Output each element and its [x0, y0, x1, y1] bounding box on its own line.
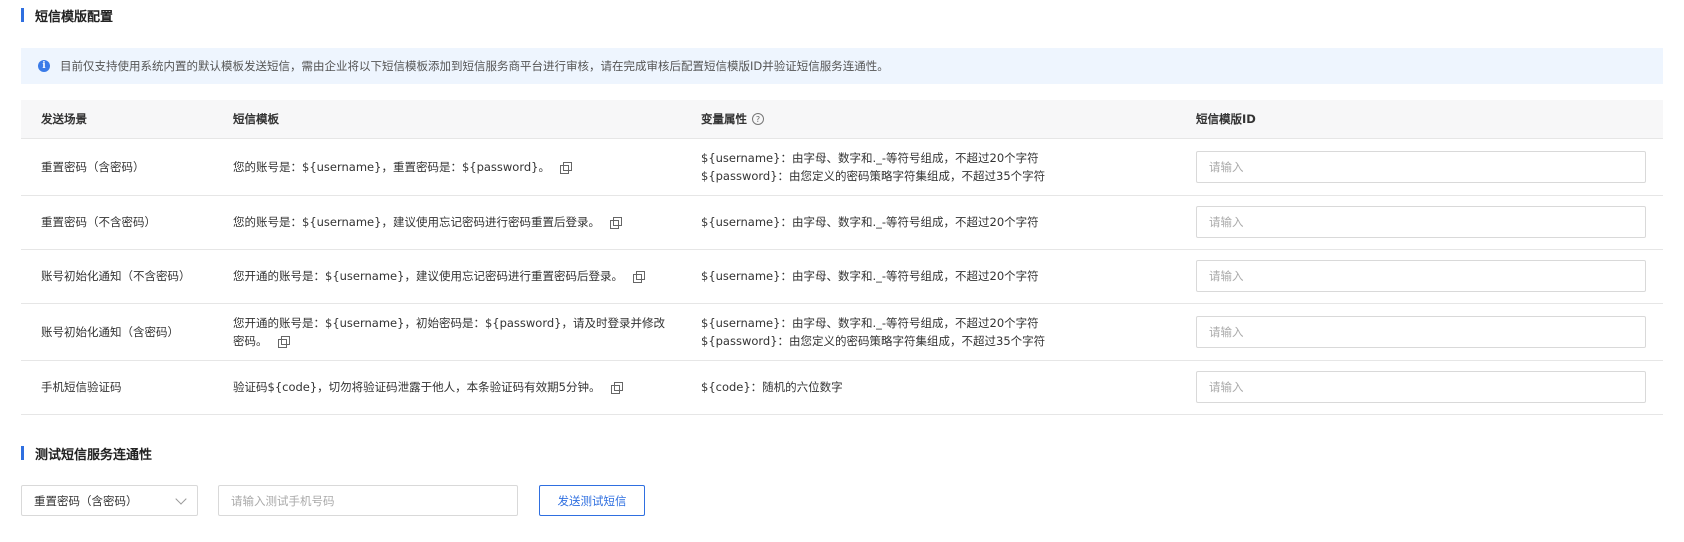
variable-line: ${username}：由字母、数字和._-等符号组成，不超过20个字符	[701, 269, 1039, 283]
header-variables-label: 变量属性	[701, 111, 747, 126]
table-row: 重置密码（不含密码） 您的账号是：${username}，建议使用忘记密码进行密…	[21, 195, 1663, 250]
table-row: 手机短信验证码 验证码${code}，切勿将验证码泄露于他人，本条验证码有效期5…	[21, 360, 1663, 415]
variable-line: ${username}：由字母、数字和._-等符号组成，不超过20个字符	[701, 215, 1039, 229]
sms-template-table: 发送场景 短信模板 变量属性? 短信模版ID 重置密码（含密码） 您的账号是：$…	[21, 100, 1663, 415]
header-template-id: 短信模版ID	[1176, 100, 1663, 139]
header-template-label: 短信模板	[233, 111, 279, 126]
info-icon: i	[38, 60, 50, 72]
variable-line: ${username}：由字母、数字和._-等符号组成，不超过20个字符	[701, 315, 1039, 330]
table-row: 重置密码（含密码） 您的账号是：${username}，重置密码是：${pass…	[21, 138, 1663, 196]
cell-variables: ${code}：随机的六位数字	[681, 360, 1176, 415]
header-template-id-label: 短信模版ID	[1196, 111, 1256, 126]
header-variables: 变量属性?	[681, 100, 1176, 139]
cell-scene: 账号初始化通知（不含密码）	[21, 249, 213, 304]
copy-icon[interactable]	[609, 217, 622, 229]
copy-icon[interactable]	[277, 335, 290, 348]
table-row: 账号初始化通知（含密码） 您开通的账号是：${username}，初始密码是：$…	[21, 303, 1663, 361]
template-id-input[interactable]	[1196, 150, 1646, 183]
cell-scene: 手机短信验证码	[21, 360, 213, 415]
cell-scene: 重置密码（含密码）	[21, 138, 213, 196]
cell-template: 您的账号是：${username}，建议使用忘记密码进行密码重置后登录。	[213, 195, 681, 250]
copy-icon[interactable]	[632, 271, 645, 283]
cell-template: 您开通的账号是：${username}，初始密码是：${password}，请及…	[213, 303, 681, 361]
table-header-row: 发送场景 短信模板 变量属性? 短信模版ID	[21, 100, 1663, 139]
copy-icon[interactable]	[610, 382, 623, 394]
cell-template: 验证码${code}，切勿将验证码泄露于他人，本条验证码有效期5分钟。	[213, 360, 681, 415]
cell-template-id	[1176, 303, 1663, 361]
help-icon[interactable]: ?	[752, 113, 764, 126]
cell-template-id	[1176, 360, 1663, 415]
header-scene-label: 发送场景	[41, 111, 87, 126]
section-accent-bar	[21, 8, 24, 22]
template-text: 您的账号是：${username}，建议使用忘记密码进行密码重置后登录。	[233, 215, 600, 229]
section-title-text: 测试短信服务连通性	[35, 447, 153, 463]
header-template: 短信模板	[213, 100, 681, 139]
variable-line: ${username}：由字母、数字和._-等符号组成，不超过20个字符	[701, 150, 1039, 165]
sms-config-page: 短信模版配置 i 目前仅支持使用系统内置的默认模板发送短信，需由企业将以下短信模…	[0, 0, 1684, 542]
info-notice: i 目前仅支持使用系统内置的默认模板发送短信，需由企业将以下短信模板添加到短信服…	[21, 48, 1663, 84]
cell-variables: ${username}：由字母、数字和._-等符号组成，不超过20个字符	[681, 249, 1176, 304]
section-title-test-connectivity: 测试短信服务连通性	[21, 445, 153, 463]
template-id-input[interactable]	[1196, 206, 1646, 238]
cell-template: 您的账号是：${username}，重置密码是：${password}。	[213, 138, 681, 196]
scene-select-value: 重置密码（含密码）	[34, 493, 138, 508]
variable-line: ${password}：由您定义的密码策略字符集组成，不超过35个字符	[701, 168, 1046, 183]
table-row: 账号初始化通知（不含密码） 您开通的账号是：${username}，建议使用忘记…	[21, 249, 1663, 304]
template-id-input[interactable]	[1196, 260, 1646, 292]
cell-scene: 账号初始化通知（含密码）	[21, 303, 213, 361]
cell-scene: 重置密码（不含密码）	[21, 195, 213, 250]
header-scene: 发送场景	[21, 100, 213, 139]
template-text-wrap: 您开通的账号是：${username}，初始密码是：${password}，请及…	[233, 314, 673, 350]
template-text: 您的账号是：${username}，重置密码是：${password}。	[233, 159, 550, 174]
template-id-input[interactable]	[1196, 315, 1646, 348]
cell-variables: ${username}：由字母、数字和._-等符号组成，不超过20个字符 ${pa…	[681, 303, 1176, 361]
variable-line: ${password}：由您定义的密码策略字符集组成，不超过35个字符	[701, 333, 1046, 348]
cell-template-id	[1176, 249, 1663, 304]
copy-icon[interactable]	[560, 161, 572, 174]
section-title-text: 短信模版配置	[35, 9, 114, 25]
chevron-down-icon	[175, 492, 187, 505]
template-text: 验证码${code}，切勿将验证码泄露于他人，本条验证码有效期5分钟。	[233, 380, 601, 394]
cell-template-id	[1176, 195, 1663, 250]
template-text: 您开通的账号是：${username}，初始密码是：${password}，请及…	[233, 315, 665, 348]
cell-variables: ${username}：由字母、数字和._-等符号组成，不超过20个字符	[681, 195, 1176, 250]
test-controls: 重置密码（含密码） 发送测试短信	[21, 485, 645, 516]
template-text: 您开通的账号是：${username}，建议使用忘记密码进行重置密码后登录。	[233, 269, 623, 283]
cell-variables: ${username}：由字母、数字和._-等符号组成，不超过20个字符 ${pa…	[681, 138, 1176, 196]
cell-template: 您开通的账号是：${username}，建议使用忘记密码进行重置密码后登录。	[213, 249, 681, 304]
test-phone-input[interactable]	[218, 485, 518, 516]
section-title-template-config: 短信模版配置	[21, 7, 114, 25]
info-notice-text: 目前仅支持使用系统内置的默认模板发送短信，需由企业将以下短信模板添加到短信服务商…	[60, 59, 889, 73]
cell-template-id	[1176, 138, 1663, 196]
send-test-sms-button[interactable]: 发送测试短信	[539, 485, 645, 516]
template-id-input[interactable]	[1196, 371, 1646, 403]
variable-line: ${code}：随机的六位数字	[701, 380, 843, 394]
scene-select[interactable]: 重置密码（含密码）	[21, 485, 198, 516]
section-accent-bar	[21, 446, 24, 460]
